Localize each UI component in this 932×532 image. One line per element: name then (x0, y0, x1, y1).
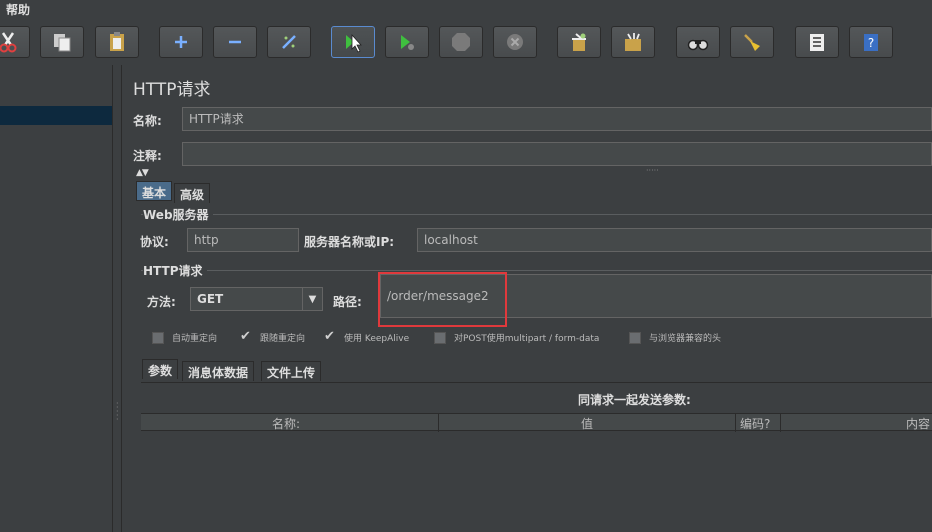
comment-label: 注释: (133, 149, 162, 163)
checkbox[interactable] (629, 331, 641, 344)
function-helper-button[interactable] (795, 26, 839, 58)
svg-text:?: ? (868, 36, 874, 50)
tree-panel (0, 65, 112, 532)
toolbar: ? (0, 20, 932, 65)
http-request-group-title: HTTP请求 (143, 262, 207, 279)
method-label: 方法: (147, 295, 176, 309)
help-icon: ? (864, 34, 878, 51)
shutdown-button[interactable] (493, 26, 537, 58)
server-name-field[interactable]: localhost (417, 228, 932, 252)
protocol-label: 协议: (140, 235, 169, 249)
shutdown-icon (507, 34, 523, 50)
start-button[interactable] (331, 26, 375, 58)
column-header-content[interactable]: 内容 (906, 415, 930, 432)
server-name-label: 服务器名称或IP: (304, 235, 395, 249)
table-header: 名称: 值 编码? 内容 (141, 413, 932, 432)
path-label: 路径: (333, 295, 362, 309)
tab-parameters[interactable]: 参数 (142, 359, 179, 379)
name-label: 名称: (133, 114, 162, 128)
start-icon (346, 33, 362, 53)
checkbox[interactable] (434, 331, 446, 344)
add-button[interactable] (159, 26, 203, 58)
tree-selected-row[interactable] (0, 106, 112, 125)
panel-splitter[interactable]: · · · · · (112, 65, 122, 532)
column-divider[interactable] (438, 414, 439, 432)
stop-icon (452, 33, 470, 51)
function-helper-icon (810, 34, 824, 51)
toggle-button[interactable] (267, 26, 311, 58)
plus-icon (175, 36, 187, 48)
reset-search-button[interactable] (730, 26, 774, 58)
toggle-wand-icon (282, 35, 296, 49)
cut-icon (0, 32, 17, 53)
clear-icon (572, 33, 586, 51)
page-title: HTTP请求 (133, 80, 211, 100)
column-header-value[interactable]: 值 (581, 415, 593, 432)
tab-body-data[interactable]: 消息体数据 (182, 361, 255, 381)
tab-basic[interactable]: 基本 (136, 181, 173, 201)
comment-field[interactable] (182, 142, 932, 166)
start-no-pause-button[interactable] (385, 26, 429, 58)
menu-bar: 帮助 (0, 0, 932, 20)
menu-help[interactable]: 帮助 (6, 1, 30, 18)
column-header-encode[interactable]: 编码? (740, 415, 770, 432)
option-auto-redirect[interactable]: 自动重定向 (152, 331, 217, 344)
method-value: GET (197, 292, 224, 306)
copy-button[interactable] (40, 26, 84, 58)
option-multipart[interactable]: 对POST使用multipart / form-data (434, 331, 599, 344)
http-request-group (141, 270, 932, 271)
web-server-group (141, 214, 932, 215)
collapse-toggle[interactable]: ▲▼ (136, 168, 149, 178)
web-server-group-title: Web服务器 (143, 206, 213, 223)
column-header-name[interactable]: 名称: (272, 415, 300, 432)
start-no-pause-icon (401, 35, 414, 50)
stop-button[interactable] (439, 26, 483, 58)
cut-button[interactable] (0, 26, 30, 58)
column-divider[interactable] (735, 414, 736, 432)
clear-all-icon (625, 33, 641, 51)
minus-icon (229, 40, 241, 44)
parameters-table: 同请求一起发送参数: 名称: 值 编码? 内容 (141, 382, 932, 532)
table-caption: 同请求一起发送参数: (578, 393, 691, 407)
checkbox-checked[interactable] (240, 329, 252, 344)
reset-broom-icon (744, 34, 760, 51)
copy-icon (54, 34, 71, 52)
resize-grip[interactable]: ····· (646, 166, 659, 175)
remove-button[interactable] (213, 26, 257, 58)
protocol-field[interactable]: http (187, 228, 299, 252)
tab-advanced[interactable]: 高级 (174, 183, 211, 203)
option-keepalive[interactable]: 使用 KeepAlive (324, 329, 409, 345)
clear-button[interactable] (557, 26, 601, 58)
splitter-grip: · · · · · (116, 399, 118, 424)
checkbox[interactable] (152, 331, 164, 344)
chevron-down-icon[interactable]: ▼ (302, 288, 322, 310)
search-binoculars-icon (687, 39, 709, 51)
http-request-editor: HTTP请求 名称: HTTP请求 注释: ▲▼ ····· 基本 高级 Web… (122, 65, 932, 532)
search-button[interactable] (676, 26, 720, 58)
paste-button[interactable] (95, 26, 139, 58)
path-highlight-box (378, 272, 507, 327)
tab-file-upload[interactable]: 文件上传 (261, 361, 322, 381)
option-browser-headers[interactable]: 与浏览器兼容的头 (629, 331, 721, 344)
method-select[interactable]: GET ▼ (190, 287, 323, 311)
help-button[interactable]: ? (849, 26, 893, 58)
paste-icon (110, 32, 124, 51)
checkbox-checked[interactable] (324, 329, 336, 344)
clear-all-button[interactable] (611, 26, 655, 58)
option-follow-redirect[interactable]: 跟随重定向 (240, 329, 305, 345)
column-divider[interactable] (780, 414, 781, 432)
name-field[interactable]: HTTP请求 (182, 107, 932, 131)
